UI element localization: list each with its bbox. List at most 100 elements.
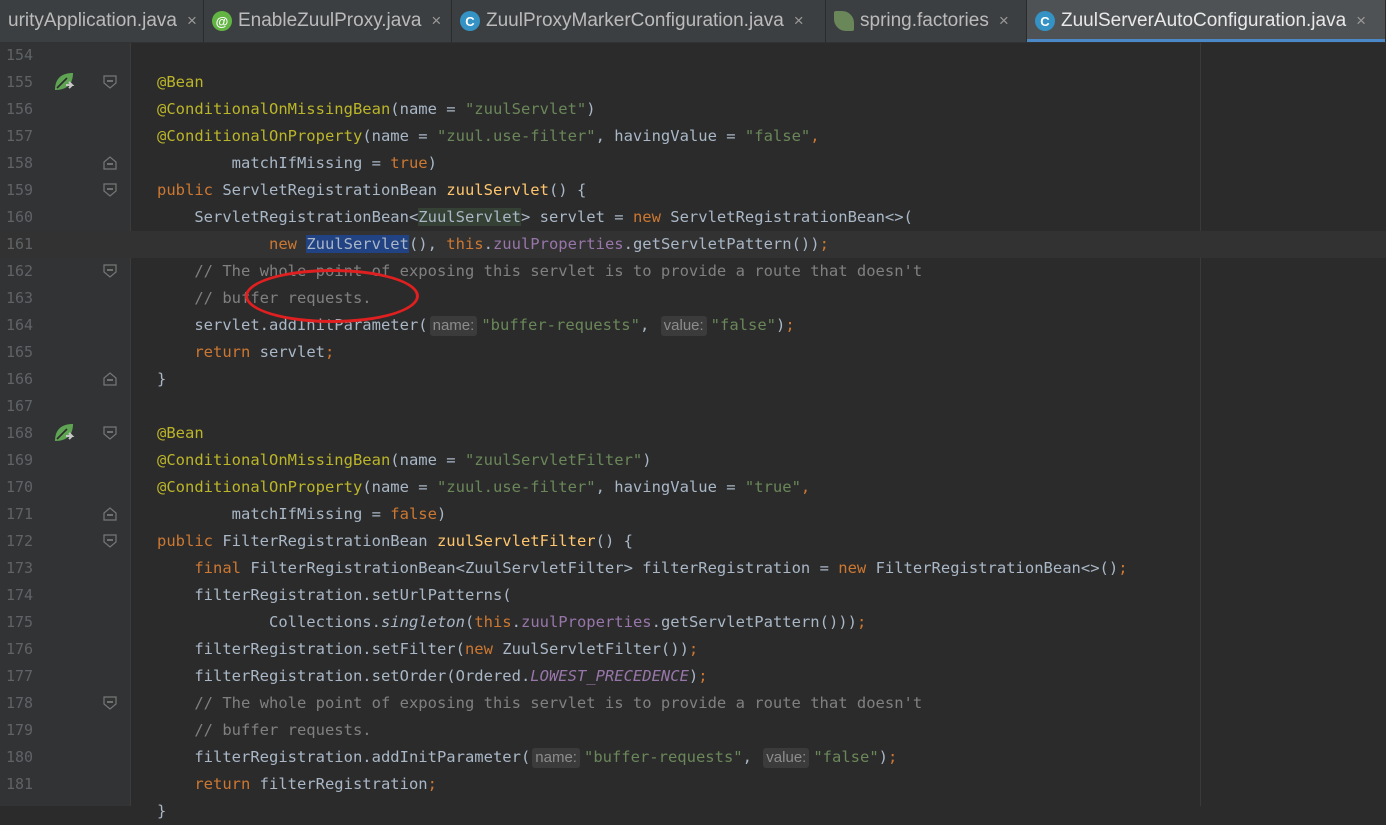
code-line[interactable]: 181 return filterRegistration;: [0, 771, 1386, 798]
code-token: ;: [427, 775, 437, 793]
code-token: FilterRegistrationBean<>(): [875, 559, 1119, 577]
spring-bean-icon[interactable]: [52, 421, 76, 445]
code-token: "true": [744, 478, 801, 496]
code-line[interactable]: 163 // buffer requests.: [0, 285, 1386, 312]
close-icon[interactable]: ×: [187, 11, 197, 31]
code-line[interactable]: 164 servlet.addInitParameter(name: "buffe…: [0, 312, 1386, 339]
close-icon[interactable]: ×: [794, 11, 804, 31]
code-token: zuulProperties: [492, 235, 624, 253]
code-token: (name =: [362, 478, 437, 496]
code-token: true: [390, 154, 428, 172]
code-token: Collections.: [157, 613, 381, 631]
tab-urityapplication-java[interactable]: urityApplication.java ×: [0, 0, 204, 42]
code-editor[interactable]: 154 155 @Bean 156 @ConditionalOnMissingBean(…: [0, 42, 1386, 820]
code-line[interactable]: 178 // The whole point of exposing this …: [0, 690, 1386, 717]
tab-label: ZuulProxyMarkerConfiguration.java: [486, 10, 784, 31]
code-token: @ConditionalOnMissingBean: [157, 100, 391, 118]
code-line[interactable]: 170 @ConditionalOnProperty(name = "zuul.u…: [0, 474, 1386, 501]
code-line[interactable]: 154: [0, 42, 1386, 69]
fold-start-icon[interactable]: [103, 696, 117, 710]
code-line[interactable]: 169 @ConditionalOnMissingBean(name = "zuu…: [0, 447, 1386, 474]
fold-end-icon[interactable]: [103, 507, 117, 521]
code-token: ): [776, 316, 786, 334]
code-token: ServletRegistrationBean: [222, 181, 447, 199]
code-token: ,: [810, 127, 820, 145]
line-number: 156: [6, 100, 34, 118]
code-line[interactable]: 162 // The whole point of exposing this …: [0, 258, 1386, 285]
fold-start-icon[interactable]: [103, 426, 117, 440]
code-text: @ConditionalOnMissingBean(name = "zuulSe…: [157, 447, 652, 474]
code-line[interactable]: 180 filterRegistration.addInitParameter(…: [0, 744, 1386, 771]
code-token: .getServletPattern())): [651, 613, 857, 631]
code-text: filterRegistration.setUrlPatterns(: [157, 582, 511, 609]
code-token: ): [436, 505, 447, 523]
code-token: (name =: [362, 127, 437, 145]
code-line[interactable]: 173 final FilterRegistrationBean<ZuulSer…: [0, 555, 1386, 582]
code-token: new: [268, 235, 307, 253]
code-token: "false": [744, 127, 811, 145]
line-number: 165: [6, 343, 34, 361]
code-token: , havingValue =: [595, 478, 745, 496]
close-icon[interactable]: ×: [1356, 11, 1366, 31]
code-text: // The whole point of exposing this serv…: [157, 690, 922, 717]
fold-end-icon[interactable]: [103, 372, 117, 386]
code-line[interactable]: 166}: [0, 366, 1386, 393]
fold-start-icon[interactable]: [103, 75, 117, 89]
code-text: ServletRegistrationBean<ZuulServlet> ser…: [157, 204, 913, 231]
code-text: matchIfMissing = false): [157, 501, 447, 528]
code-token: new: [838, 559, 876, 577]
code-token: ,: [742, 748, 762, 766]
fold-start-icon[interactable]: [103, 534, 117, 548]
code-token: "buffer-requests": [481, 316, 640, 334]
code-line[interactable]: 159 public ServletRegistrationBean zuulSe…: [0, 177, 1386, 204]
code-token: .: [511, 613, 521, 631]
tab-enablezuulproxy-java[interactable]: @ EnableZuulProxy.java ×: [204, 0, 452, 42]
code-line[interactable]: 165 return servlet;: [0, 339, 1386, 366]
code-token: ;: [819, 235, 829, 253]
code-token: @ConditionalOnProperty: [157, 127, 363, 145]
code-line[interactable]: 157 @ConditionalOnProperty(name = "zuul.u…: [0, 123, 1386, 150]
close-icon[interactable]: ×: [431, 11, 441, 31]
code-text: filterRegistration.addInitParameter(name…: [157, 744, 897, 771]
code-line[interactable]: }: [0, 798, 1386, 825]
code-line[interactable]: 160 ServletRegistrationBean<ZuulServlet>…: [0, 204, 1386, 231]
fold-end-icon[interactable]: [103, 156, 117, 170]
code-line[interactable]: 179 // buffer requests.: [0, 717, 1386, 744]
code-line[interactable]: 177 filterRegistration.setOrder(Ordered.…: [0, 663, 1386, 690]
code-token: ServletRegistrationBean<: [157, 208, 419, 226]
code-token: (name =: [390, 100, 465, 118]
fold-start-icon[interactable]: [103, 264, 117, 278]
code-token: ;: [688, 640, 699, 658]
code-text: @ConditionalOnMissingBean(name = "zuulSe…: [157, 96, 596, 123]
line-number: 163: [6, 289, 34, 307]
line-number: 176: [6, 640, 34, 658]
code-line[interactable]: 168 @Bean: [0, 420, 1386, 447]
code-token: (),: [408, 235, 447, 253]
tab-spring-factories[interactable]: spring.factories ×: [826, 0, 1027, 42]
code-line[interactable]: 175 Collections.singleton(this.zuulPrope…: [0, 609, 1386, 636]
code-token: servlet: [259, 343, 325, 361]
line-number: 168: [6, 424, 34, 442]
code-token: ;: [856, 613, 867, 631]
code-line[interactable]: 171 matchIfMissing = false): [0, 501, 1386, 528]
code-line[interactable]: 172 public FilterRegistrationBean zuulSer…: [0, 528, 1386, 555]
code-line[interactable]: 161 new ZuulServlet(), this.zuulProperti…: [0, 231, 1386, 258]
tab-zuulserverautoconfiguration-java[interactable]: C ZuulServerAutoConfiguration.java ×: [1027, 0, 1386, 42]
code-token: false: [390, 505, 437, 523]
code-token: public: [157, 532, 223, 550]
close-icon[interactable]: ×: [999, 11, 1009, 31]
parameter-hint: value:: [763, 748, 810, 768]
line-number: [6, 798, 46, 825]
code-text: @ConditionalOnProperty(name = "zuul.use-…: [157, 474, 810, 501]
code-line[interactable]: 156 @ConditionalOnMissingBean(name = "zuu…: [0, 96, 1386, 123]
code-line[interactable]: 167: [0, 393, 1386, 420]
tab-zuulproxymarkerconfiguration-java[interactable]: C ZuulProxyMarkerConfiguration.java ×: [452, 0, 826, 42]
code-token: @ConditionalOnProperty: [157, 478, 363, 496]
code-line[interactable]: 158 matchIfMissing = true): [0, 150, 1386, 177]
code-line[interactable]: 174 filterRegistration.setUrlPatterns(: [0, 582, 1386, 609]
code-line[interactable]: 155 @Bean: [0, 69, 1386, 96]
spring-bean-icon[interactable]: [52, 70, 76, 94]
code-line[interactable]: 176 filterRegistration.setFilter(new Zuu…: [0, 636, 1386, 663]
fold-start-icon[interactable]: [103, 183, 117, 197]
